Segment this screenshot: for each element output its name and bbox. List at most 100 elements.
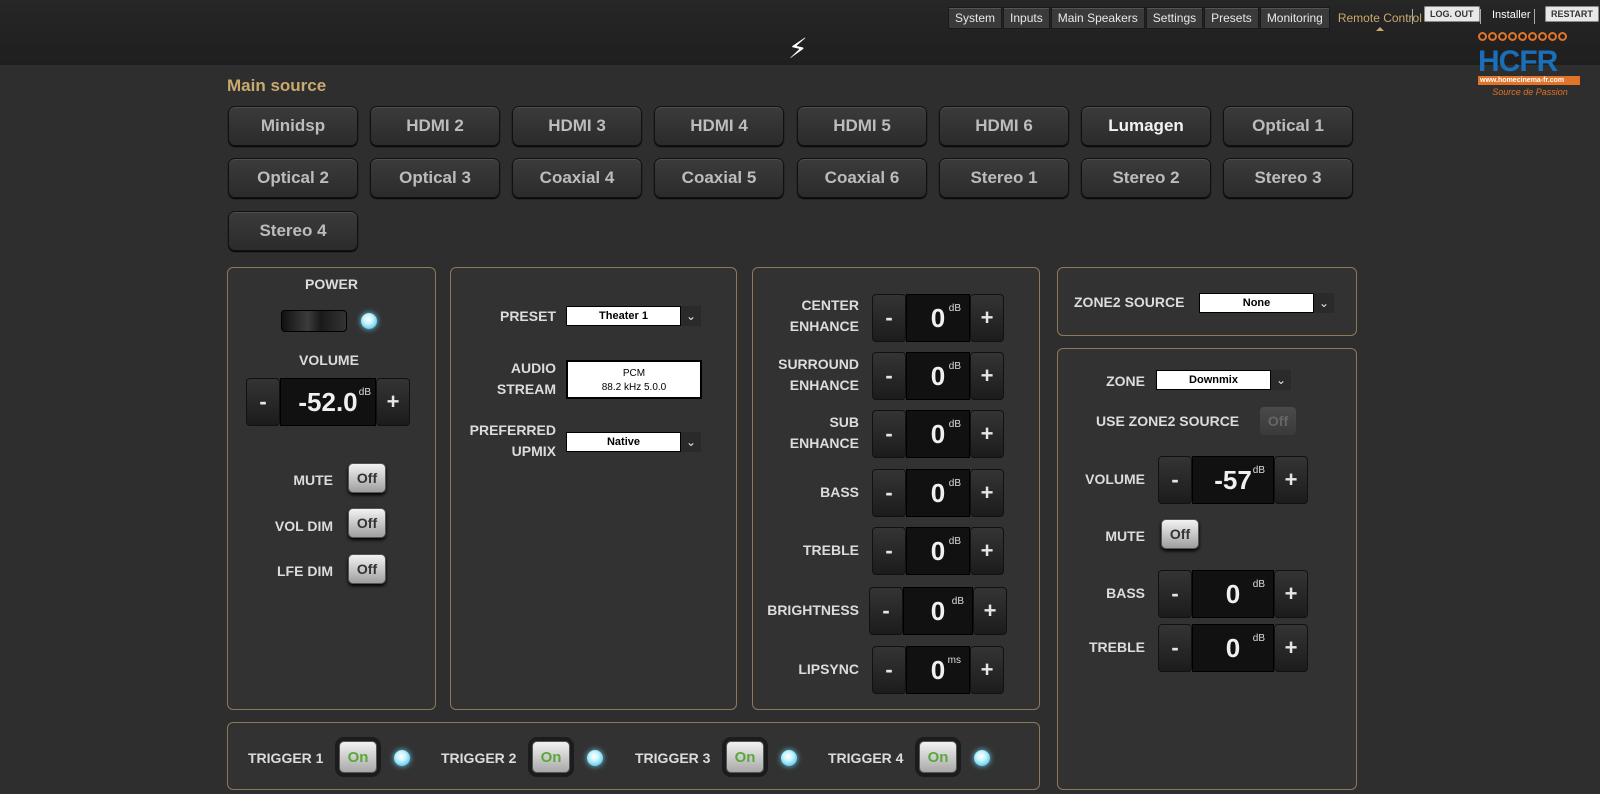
volume-value: -52.0 [298, 386, 358, 417]
brightness-plus-button[interactable]: + [973, 587, 1007, 635]
zone-value: Downmix [1156, 370, 1271, 390]
zone-volume-label: VOLUME [1085, 471, 1145, 487]
surround-enhance-unit: dB [948, 361, 961, 372]
preset-value: Theater 1 [566, 306, 681, 326]
upmix-select[interactable]: Native ⌄ [566, 432, 701, 452]
source-button-stereo-3[interactable]: Stereo 3 [1223, 158, 1353, 198]
source-button-optical-2[interactable]: Optical 2 [228, 158, 358, 198]
nav-divider [1534, 9, 1535, 24]
center-enhance-value: 0 [930, 302, 946, 333]
source-button-minidsp[interactable]: Minidsp [228, 106, 358, 146]
lipsync-unit: ms [947, 655, 961, 666]
tab-main-speakers[interactable]: Main Speakers [1050, 7, 1145, 29]
treble-plus-button[interactable]: + [970, 527, 1004, 575]
lipsync-value: 0 [930, 654, 946, 685]
treble-minus-button[interactable]: - [872, 527, 906, 575]
nav-divider [1412, 9, 1413, 24]
tab-inputs[interactable]: Inputs [1003, 7, 1050, 29]
surround-enhance-plus-button[interactable]: + [970, 352, 1004, 400]
bass-plus-button[interactable]: + [970, 469, 1004, 517]
power-switch[interactable] [281, 310, 347, 332]
surround-enhance-label-1: SURROUND [778, 356, 859, 372]
trigger-2-toggle[interactable]: On [532, 741, 570, 773]
chevron-down-icon: ⌄ [681, 432, 701, 452]
zone2-source-select[interactable]: None ⌄ [1199, 293, 1334, 313]
zone-label: ZONE [1106, 373, 1145, 389]
surround-enhance-display: 0 dB [906, 352, 970, 400]
chevron-down-icon: ⌄ [681, 306, 701, 326]
zone2-source-value: None [1199, 293, 1314, 313]
source-button-optical-1[interactable]: Optical 1 [1223, 106, 1353, 146]
zone-mute-toggle[interactable]: Off [1161, 519, 1199, 549]
center-enhance-display: 0 dB [906, 294, 970, 342]
lipsync-minus-button[interactable]: - [872, 646, 906, 694]
source-button-lumagen[interactable]: Lumagen [1081, 106, 1211, 146]
brightness-minus-button[interactable]: - [869, 587, 903, 635]
source-button-coaxial-6[interactable]: Coaxial 6 [797, 158, 927, 198]
zone-bass-minus-button[interactable]: - [1158, 570, 1192, 618]
zone-volume-minus-button[interactable]: - [1158, 456, 1192, 504]
center-enhance-minus-button[interactable]: - [872, 294, 906, 342]
trigger-4-toggle[interactable]: On [919, 741, 957, 773]
tab-remote-control[interactable]: Remote Control [1331, 7, 1429, 31]
treble-unit: dB [948, 536, 961, 547]
volume-minus-button[interactable]: - [246, 378, 280, 426]
tab-monitoring[interactable]: Monitoring [1259, 7, 1330, 29]
zone-bass-label: BASS [1106, 585, 1145, 601]
zone-bass-display: 0 dB [1192, 570, 1274, 618]
preset-select[interactable]: Theater 1 ⌄ [566, 306, 701, 326]
zone-bass-plus-button[interactable]: + [1274, 570, 1308, 618]
volume-plus-button[interactable]: + [376, 378, 410, 426]
tab-presets[interactable]: Presets [1204, 7, 1259, 29]
zone-select[interactable]: Downmix ⌄ [1156, 370, 1291, 390]
tab-settings[interactable]: Settings [1145, 7, 1204, 29]
zone-volume-value: -57 [1214, 464, 1252, 495]
power-led-icon [361, 313, 377, 329]
logo-tagline: Source de Passion [1492, 87, 1568, 97]
zone2-source-label: ZONE2 SOURCE [1074, 294, 1185, 310]
source-button-stereo-2[interactable]: Stereo 2 [1081, 158, 1211, 198]
source-button-coaxial-5[interactable]: Coaxial 5 [654, 158, 784, 198]
use-zone2-source-label: USE ZONE2 SOURCE [1096, 413, 1240, 429]
source-button-hdmi-6[interactable]: HDMI 6 [939, 106, 1069, 146]
logout-button[interactable]: LOG. OUT [1424, 6, 1480, 22]
source-button-hdmi-2[interactable]: HDMI 2 [370, 106, 500, 146]
zone-bass-unit: dB [1252, 579, 1265, 590]
zone-treble-minus-button[interactable]: - [1158, 624, 1192, 672]
tab-system[interactable]: System [948, 7, 1003, 29]
volume-display: -52.0 dB [280, 378, 376, 426]
zone-treble-plus-button[interactable]: + [1274, 624, 1308, 672]
surround-enhance-stepper: - 0 dB + [872, 352, 1004, 400]
source-button-hdmi-3[interactable]: HDMI 3 [512, 106, 642, 146]
lipsync-plus-button[interactable]: + [970, 646, 1004, 694]
mute-toggle[interactable]: Off [348, 463, 386, 493]
zone-volume-plus-button[interactable]: + [1274, 456, 1308, 504]
hcfr-logo: HCFR www.homecinema-fr.com Source de Pas… [1478, 32, 1582, 108]
lfe-dim-label: LFE DIM [277, 563, 333, 579]
use-zone2-source-toggle[interactable]: Off [1259, 406, 1297, 436]
bass-minus-button[interactable]: - [872, 469, 906, 517]
source-button-hdmi-5[interactable]: HDMI 5 [797, 106, 927, 146]
trigger-3-toggle[interactable]: On [726, 741, 764, 773]
source-button-hdmi-4[interactable]: HDMI 4 [654, 106, 784, 146]
treble-stepper: - 0 dB + [872, 527, 1004, 575]
surround-enhance-minus-button[interactable]: - [872, 352, 906, 400]
audio-stream-rate: 88.2 kHz 5.0.0 [601, 382, 667, 393]
zone-treble-label: TREBLE [1089, 639, 1145, 655]
source-button-coaxial-4[interactable]: Coaxial 4 [512, 158, 642, 198]
source-button-stereo-4[interactable]: Stereo 4 [228, 211, 358, 251]
bass-value: 0 [930, 477, 946, 508]
center-enhance-unit: dB [948, 303, 961, 314]
trigger-3-label: TRIGGER 3 [635, 750, 711, 766]
zone-treble-unit: dB [1252, 633, 1265, 644]
center-enhance-plus-button[interactable]: + [970, 294, 1004, 342]
restart-button[interactable]: RESTART [1545, 6, 1599, 22]
brightness-unit: dB [951, 596, 964, 607]
trigger-1-toggle[interactable]: On [339, 741, 377, 773]
source-button-optical-3[interactable]: Optical 3 [370, 158, 500, 198]
sub-enhance-plus-button[interactable]: + [970, 410, 1004, 458]
sub-enhance-minus-button[interactable]: - [872, 410, 906, 458]
source-button-stereo-1[interactable]: Stereo 1 [939, 158, 1069, 198]
lfe-dim-toggle[interactable]: Off [348, 554, 386, 584]
vol-dim-toggle[interactable]: Off [348, 508, 386, 538]
